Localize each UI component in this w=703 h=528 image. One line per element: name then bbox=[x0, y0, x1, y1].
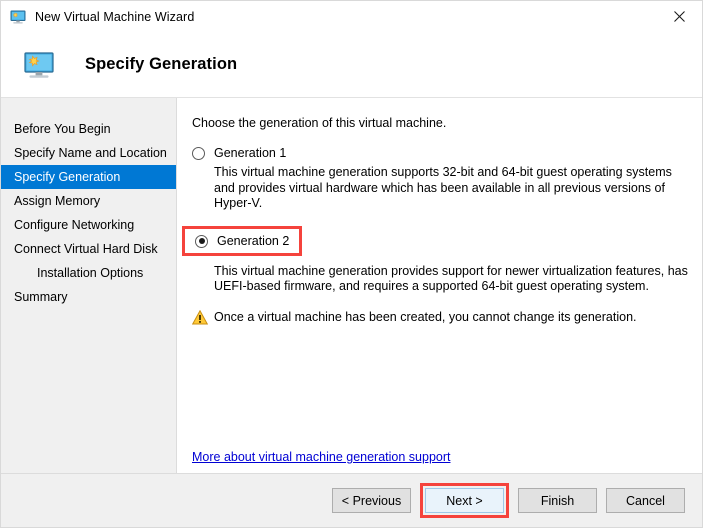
generation-2-option[interactable]: Generation 2 bbox=[195, 233, 289, 249]
previous-button[interactable]: < Previous bbox=[332, 488, 411, 513]
virtual-machine-monitor-icon bbox=[10, 9, 26, 25]
sidebar-item-configure-networking[interactable]: Configure Networking bbox=[1, 213, 176, 237]
generation-1-description: This virtual machine generation supports… bbox=[214, 165, 688, 212]
wizard-body: Before You Begin Specify Name and Locati… bbox=[1, 98, 702, 473]
sidebar-item-installation-options[interactable]: Installation Options bbox=[1, 261, 176, 285]
generation-1-label: Generation 1 bbox=[214, 145, 286, 161]
cancel-button[interactable]: Cancel bbox=[606, 488, 685, 513]
generation-2-radio[interactable] bbox=[195, 235, 208, 248]
close-button[interactable] bbox=[656, 1, 702, 32]
sidebar-item-summary[interactable]: Summary bbox=[1, 285, 176, 309]
sidebar-item-specify-name-and-location[interactable]: Specify Name and Location bbox=[1, 141, 176, 165]
warning-triangle-icon bbox=[192, 310, 208, 325]
virtual-machine-monitor-icon bbox=[23, 49, 55, 81]
generation-warning: Once a virtual machine has been created,… bbox=[192, 309, 688, 325]
title-bar: New Virtual Machine Wizard bbox=[1, 1, 702, 32]
sidebar-item-connect-virtual-hard-disk[interactable]: Connect Virtual Hard Disk bbox=[1, 237, 176, 261]
generation-1-radio[interactable] bbox=[192, 147, 205, 160]
sidebar-item-specify-generation[interactable]: Specify Generation bbox=[1, 165, 176, 189]
next-button-annotation-box: Next > bbox=[420, 483, 509, 518]
warning-text: Once a virtual machine has been created,… bbox=[214, 309, 637, 325]
sidebar-item-before-you-begin[interactable]: Before You Begin bbox=[1, 117, 176, 141]
wizard-footer: < Previous Next > Finish Cancel bbox=[1, 473, 702, 527]
next-button[interactable]: Next > bbox=[425, 488, 504, 513]
wizard-steps-sidebar: Before You Begin Specify Name and Locati… bbox=[1, 98, 177, 473]
finish-button[interactable]: Finish bbox=[518, 488, 597, 513]
wizard-window: New Virtual Machine Wizard Specify Gener… bbox=[0, 0, 703, 528]
generation-2-annotation-box: Generation 2 bbox=[182, 226, 302, 256]
sidebar-item-assign-memory[interactable]: Assign Memory bbox=[1, 189, 176, 213]
instruction-text: Choose the generation of this virtual ma… bbox=[192, 116, 688, 130]
generation-2-description: This virtual machine generation provides… bbox=[214, 264, 688, 295]
page-header: Specify Generation bbox=[1, 32, 702, 98]
generation-2-label: Generation 2 bbox=[217, 233, 289, 249]
generation-1-option[interactable]: Generation 1 bbox=[192, 145, 688, 161]
window-title: New Virtual Machine Wizard bbox=[35, 10, 194, 24]
page-title: Specify Generation bbox=[85, 55, 237, 74]
content-panel: Choose the generation of this virtual ma… bbox=[177, 98, 702, 473]
more-about-generation-support-link[interactable]: More about virtual machine generation su… bbox=[192, 450, 450, 464]
